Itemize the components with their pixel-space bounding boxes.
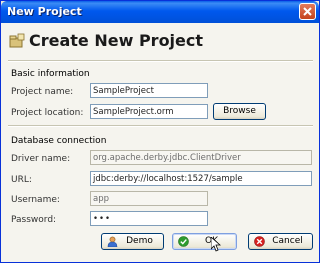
page-title: Create New Project xyxy=(29,31,204,50)
mouse-pointer-icon xyxy=(211,237,221,252)
username-label: Username: xyxy=(11,195,60,205)
basic-info-section-label: Basic information xyxy=(11,69,90,79)
browse-button[interactable]: Browse xyxy=(213,103,266,120)
project-location-field[interactable]: SampleProject.orm xyxy=(90,104,208,119)
section-divider xyxy=(8,125,313,127)
project-name-field[interactable]: SampleProject xyxy=(90,83,208,98)
browse-button-label: Browse xyxy=(223,106,256,116)
project-location-label: Project location: xyxy=(11,108,84,118)
password-field[interactable]: ••• xyxy=(90,211,208,226)
project-name-label: Project name: xyxy=(11,87,74,97)
driver-name-label: Driver name: xyxy=(11,154,71,164)
title-bar: New Project xyxy=(1,1,319,23)
cancel-icon xyxy=(254,236,265,253)
url-label: URL: xyxy=(11,175,32,185)
check-icon xyxy=(178,236,189,253)
cancel-button[interactable]: Cancel xyxy=(248,233,313,250)
demo-button-label: Demo xyxy=(126,236,153,246)
window-title: New Project xyxy=(7,5,82,18)
demo-button[interactable]: Demo xyxy=(101,233,164,250)
username-field[interactable]: app xyxy=(90,191,208,206)
new-project-icon xyxy=(9,33,25,53)
header-divider xyxy=(8,60,313,62)
cancel-button-label: Cancel xyxy=(272,236,303,246)
user-icon xyxy=(107,236,118,253)
close-icon xyxy=(303,7,312,16)
close-button[interactable] xyxy=(299,3,316,20)
password-label: Password: xyxy=(11,215,57,225)
ok-button[interactable]: OK xyxy=(172,233,237,250)
url-field[interactable]: jdbc:derby://localhost:1527/sample xyxy=(90,171,312,186)
driver-name-field[interactable]: org.apache.derby.jdbc.ClientDriver xyxy=(90,150,312,165)
database-section-label: Database connection xyxy=(11,136,107,146)
new-project-dialog: New Project Create New Project Basic inf… xyxy=(0,0,320,263)
dialog-content: Create New Project Basic information Pro… xyxy=(1,23,319,262)
